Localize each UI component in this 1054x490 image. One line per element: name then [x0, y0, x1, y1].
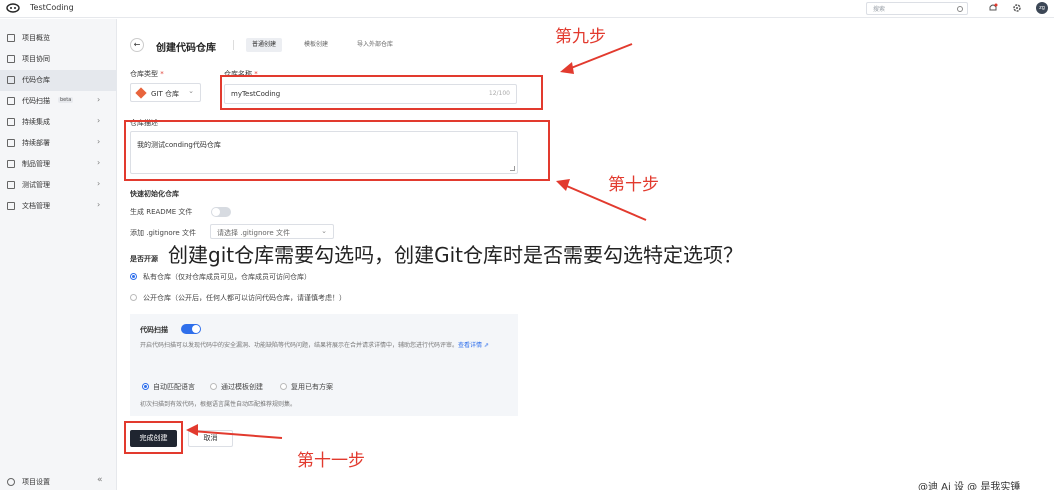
annotation-step11: 第十一步: [297, 451, 365, 471]
annotation-step10: 第十步: [608, 175, 659, 195]
annotation-step9: 第九步: [555, 27, 606, 47]
watermark: @迪 Ai 设 @ 是我实锤: [918, 482, 1021, 490]
overlay-question-text: 创建git仓库需要勾选吗，创建Git仓库时是否需要勾选特定选项？: [168, 239, 743, 268]
